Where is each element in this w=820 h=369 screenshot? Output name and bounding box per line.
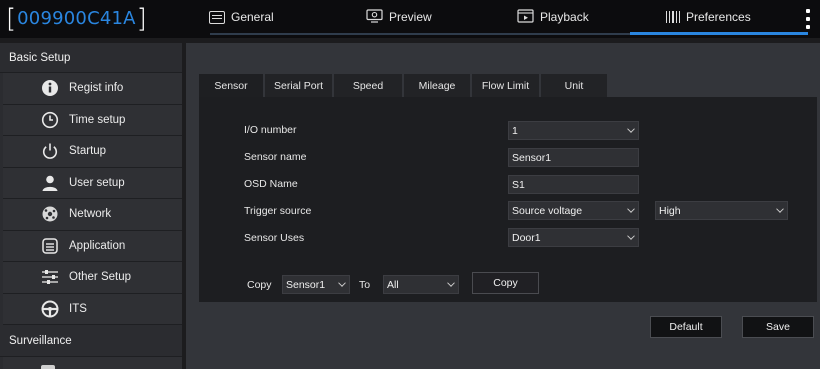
- network-icon: [41, 205, 59, 223]
- top-bar: [ 009900C41A ] General Preview Playback …: [0, 0, 820, 38]
- sidebar-item-label: User setup: [69, 176, 125, 189]
- sidebar-item-label: ITS: [69, 302, 87, 315]
- preview-icon: [366, 8, 383, 26]
- chevron-down-icon: [447, 279, 455, 287]
- sidebar-item-label: Application: [69, 239, 126, 252]
- copy-to-value: All: [387, 278, 399, 291]
- sidebar-item-startup[interactable]: Startup: [3, 136, 182, 168]
- chevron-down-icon: [338, 279, 346, 287]
- chevron-down-icon: [776, 205, 784, 213]
- tab-preview[interactable]: Preview: [366, 0, 432, 34]
- tab-active-indicator: [630, 32, 808, 35]
- tab-playback-label: Playback: [540, 10, 589, 24]
- sidebar-item-network[interactable]: Network: [3, 199, 182, 231]
- copy-from-value: Sensor1: [286, 278, 326, 291]
- sidebar-section-surveillance: Surveillance: [0, 325, 182, 357]
- sensor-uses-label: Sensor Uses: [244, 232, 305, 244]
- main-content: Sensor Serial Port Speed Mileage Flow Li…: [186, 43, 820, 369]
- sidebar-item-time-setup[interactable]: Time setup: [3, 104, 182, 136]
- sidebar-item-user-setup[interactable]: User setup: [3, 167, 182, 199]
- copy-to-select[interactable]: All: [383, 275, 459, 294]
- trigger-level-select[interactable]: High: [655, 201, 788, 220]
- osd-name-value: S1: [512, 178, 525, 191]
- tab-preferences-label: Preferences: [686, 10, 751, 24]
- preferences-icon: [666, 11, 681, 23]
- tab-preferences[interactable]: Preferences: [666, 0, 751, 34]
- subtab-serial-port[interactable]: Serial Port: [265, 74, 332, 97]
- power-icon: [41, 142, 59, 160]
- sidebar-item-label: Other Setup: [69, 271, 132, 284]
- sensor-name-label: Sensor name: [244, 151, 307, 163]
- steering-wheel-icon: [41, 300, 59, 318]
- copy-to-label: To: [359, 279, 371, 291]
- info-icon: [41, 79, 59, 97]
- subtab-speed[interactable]: Speed: [334, 74, 402, 97]
- trigger-source-value: Source voltage: [512, 204, 583, 217]
- application-icon: [41, 237, 59, 255]
- subtab-flow-limit[interactable]: Flow Limit: [472, 74, 539, 97]
- sidebar-item-label: Network: [69, 208, 112, 221]
- chevron-down-icon: [627, 205, 635, 213]
- monitor-icon: [41, 365, 55, 369]
- trigger-source-select[interactable]: Source voltage: [508, 201, 639, 220]
- clock-icon: [41, 111, 59, 129]
- subtab-sensor[interactable]: Sensor: [199, 74, 263, 97]
- general-icon: [209, 10, 225, 24]
- io-number-value: 1: [512, 124, 518, 137]
- subtab-unit[interactable]: Unit: [541, 74, 607, 97]
- tab-preview-label: Preview: [389, 10, 432, 24]
- sensor-name-input[interactable]: Sensor1: [508, 148, 639, 167]
- save-button[interactable]: Save: [742, 316, 814, 338]
- default-button[interactable]: Default: [650, 316, 722, 338]
- io-number-select[interactable]: 1: [508, 121, 639, 140]
- osd-name-input[interactable]: S1: [508, 175, 639, 194]
- sidebar-item-application[interactable]: Application: [3, 230, 182, 262]
- sensor-name-value: Sensor1: [512, 151, 552, 164]
- tab-general-label: General: [231, 10, 274, 24]
- device-close-bracket: ]: [136, 4, 147, 34]
- sidebar-item-partial[interactable]: [3, 357, 182, 369]
- device-id-display: [ 009900C41A ]: [6, 4, 147, 34]
- subtab-mileage[interactable]: Mileage: [404, 74, 470, 97]
- io-number-label: I/O number: [244, 124, 297, 136]
- user-icon: [41, 174, 59, 192]
- trigger-level-value: High: [659, 204, 681, 217]
- tab-playback[interactable]: Playback: [517, 0, 589, 34]
- sidebar-item-its[interactable]: ITS: [3, 293, 182, 325]
- sidebar-item-regist-info[interactable]: Regist info: [3, 73, 182, 105]
- sliders-icon: [41, 268, 59, 286]
- chevron-down-icon: [627, 125, 635, 133]
- sidebar: Basic Setup Regist info Time setup Start…: [0, 43, 182, 369]
- sensor-uses-value: Door1: [512, 231, 541, 244]
- playback-icon: [517, 8, 534, 26]
- sensor-uses-select[interactable]: Door1: [508, 228, 639, 247]
- sidebar-section-basic-setup: Basic Setup: [0, 43, 182, 73]
- tab-general[interactable]: General: [209, 0, 274, 34]
- device-open-bracket: [: [6, 4, 17, 34]
- copy-label: Copy: [247, 279, 272, 291]
- more-menu-icon[interactable]: [806, 9, 810, 29]
- copy-from-select[interactable]: Sensor1: [282, 275, 350, 294]
- copy-button[interactable]: Copy: [472, 272, 539, 294]
- device-id: 009900C41A: [17, 8, 136, 29]
- sidebar-item-label: Regist info: [69, 82, 124, 95]
- osd-name-label: OSD Name: [244, 178, 298, 190]
- sub-tab-bar: Sensor Serial Port Speed Mileage Flow Li…: [199, 74, 607, 97]
- sidebar-item-other-setup[interactable]: Other Setup: [3, 262, 182, 294]
- sidebar-item-label: Startup: [69, 145, 107, 158]
- chevron-down-icon: [627, 232, 635, 240]
- sidebar-item-label: Time setup: [69, 113, 126, 126]
- trigger-source-label: Trigger source: [244, 205, 312, 217]
